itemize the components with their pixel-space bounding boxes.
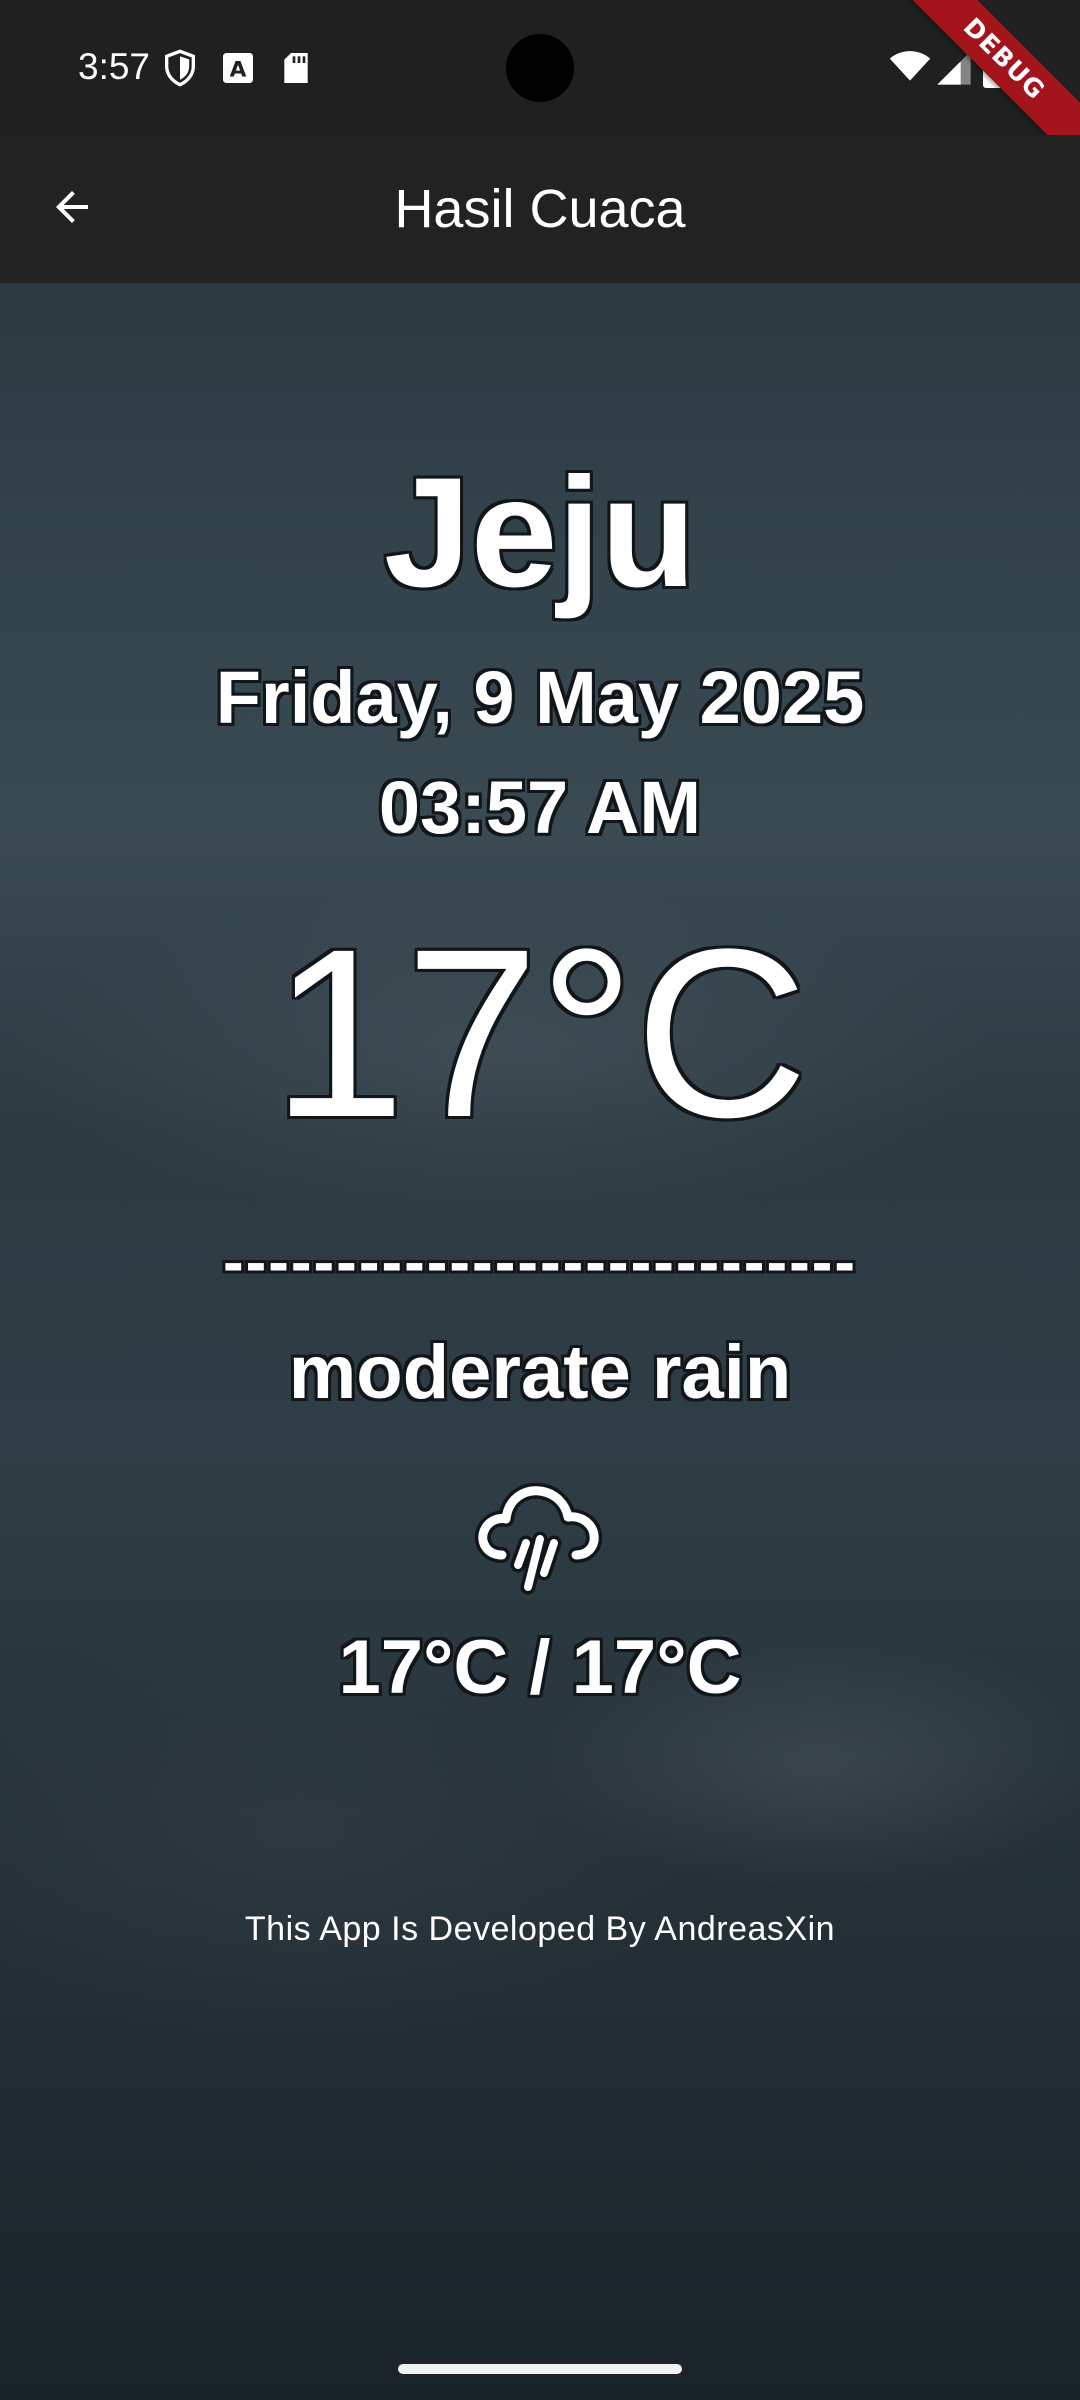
temperature-range: 17°C / 17°C <box>338 1625 742 1710</box>
app-bar: Hasil Cuaca <box>0 135 1080 283</box>
page-title: Hasil Cuaca <box>394 179 686 239</box>
time-label: 03:57 AM <box>378 766 702 849</box>
divider: ---------------------------- <box>222 1228 858 1297</box>
sd-card-icon <box>276 48 316 88</box>
wifi-icon <box>888 44 932 88</box>
date-label: Friday, 9 May 2025 <box>215 656 865 739</box>
rain-cloud-icon <box>472 1463 608 1599</box>
svg-text:A: A <box>230 57 247 82</box>
city-name: Jeju <box>383 446 697 620</box>
developer-credit: This App Is Developed By AndreasXin <box>244 1910 836 1948</box>
weather-result-screen: 3:57 A DEBUG Hasil Cuaca Jeju Friday, 9 … <box>0 0 1080 2400</box>
shield-icon <box>160 48 200 88</box>
status-bar: 3:57 A <box>0 0 1080 135</box>
weather-condition: moderate rain <box>288 1330 792 1415</box>
status-time: 3:57 <box>78 46 151 87</box>
camera-cutout <box>506 34 574 102</box>
current-temperature: 17°C <box>271 899 809 1167</box>
weather-content: Jeju Friday, 9 May 2025 03:57 AM 17°C --… <box>0 283 1080 2400</box>
font-a-icon: A <box>218 48 258 88</box>
home-indicator[interactable] <box>398 2364 682 2374</box>
